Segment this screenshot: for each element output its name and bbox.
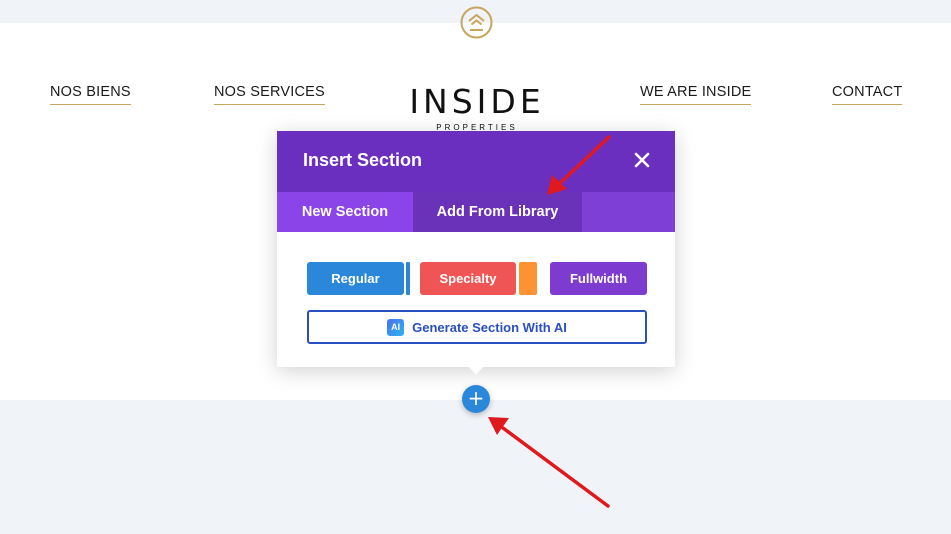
- generate-section-ai-button[interactable]: AI Generate Section With AI: [307, 310, 647, 344]
- add-section-button[interactable]: +: [462, 385, 490, 413]
- empty-section-area: [0, 400, 951, 534]
- nav-link-we-are-inside[interactable]: WE ARE INSIDE: [640, 84, 752, 105]
- specialty-sidebar-preview: [519, 262, 537, 295]
- brand-emblem-icon: [460, 6, 493, 39]
- modal-pointer: [468, 366, 484, 375]
- brand-name: INSIDE: [409, 82, 545, 121]
- ai-button-label: Generate Section With AI: [412, 319, 567, 335]
- regular-column-preview: [406, 262, 410, 295]
- modal-title: Insert Section: [303, 150, 423, 170]
- brand-logo[interactable]: INSIDE PROPERTIES: [402, 82, 552, 133]
- tab-new-section[interactable]: New Section: [277, 192, 413, 232]
- insert-section-modal: Insert Section New Section Add From Libr…: [277, 131, 675, 367]
- tab-add-from-library[interactable]: Add From Library: [413, 192, 582, 232]
- specialty-section-button[interactable]: Specialty: [420, 262, 516, 295]
- plus-icon: +: [467, 386, 485, 410]
- modal-header: Insert Section: [277, 131, 675, 192]
- nav-link-nos-biens[interactable]: NOS BIENS: [50, 84, 131, 105]
- fullwidth-section-button[interactable]: Fullwidth: [550, 262, 647, 295]
- modal-body: Regular Specialty Fullwidth AI Generate …: [277, 232, 675, 367]
- modal-tabs: New Section Add From Library: [277, 192, 675, 232]
- nav-link-contact[interactable]: CONTACT: [832, 84, 903, 105]
- nav-link-nos-services[interactable]: NOS SERVICES: [214, 84, 325, 105]
- close-icon[interactable]: [633, 151, 651, 169]
- ai-icon: AI: [387, 318, 405, 336]
- regular-section-button[interactable]: Regular: [307, 262, 404, 295]
